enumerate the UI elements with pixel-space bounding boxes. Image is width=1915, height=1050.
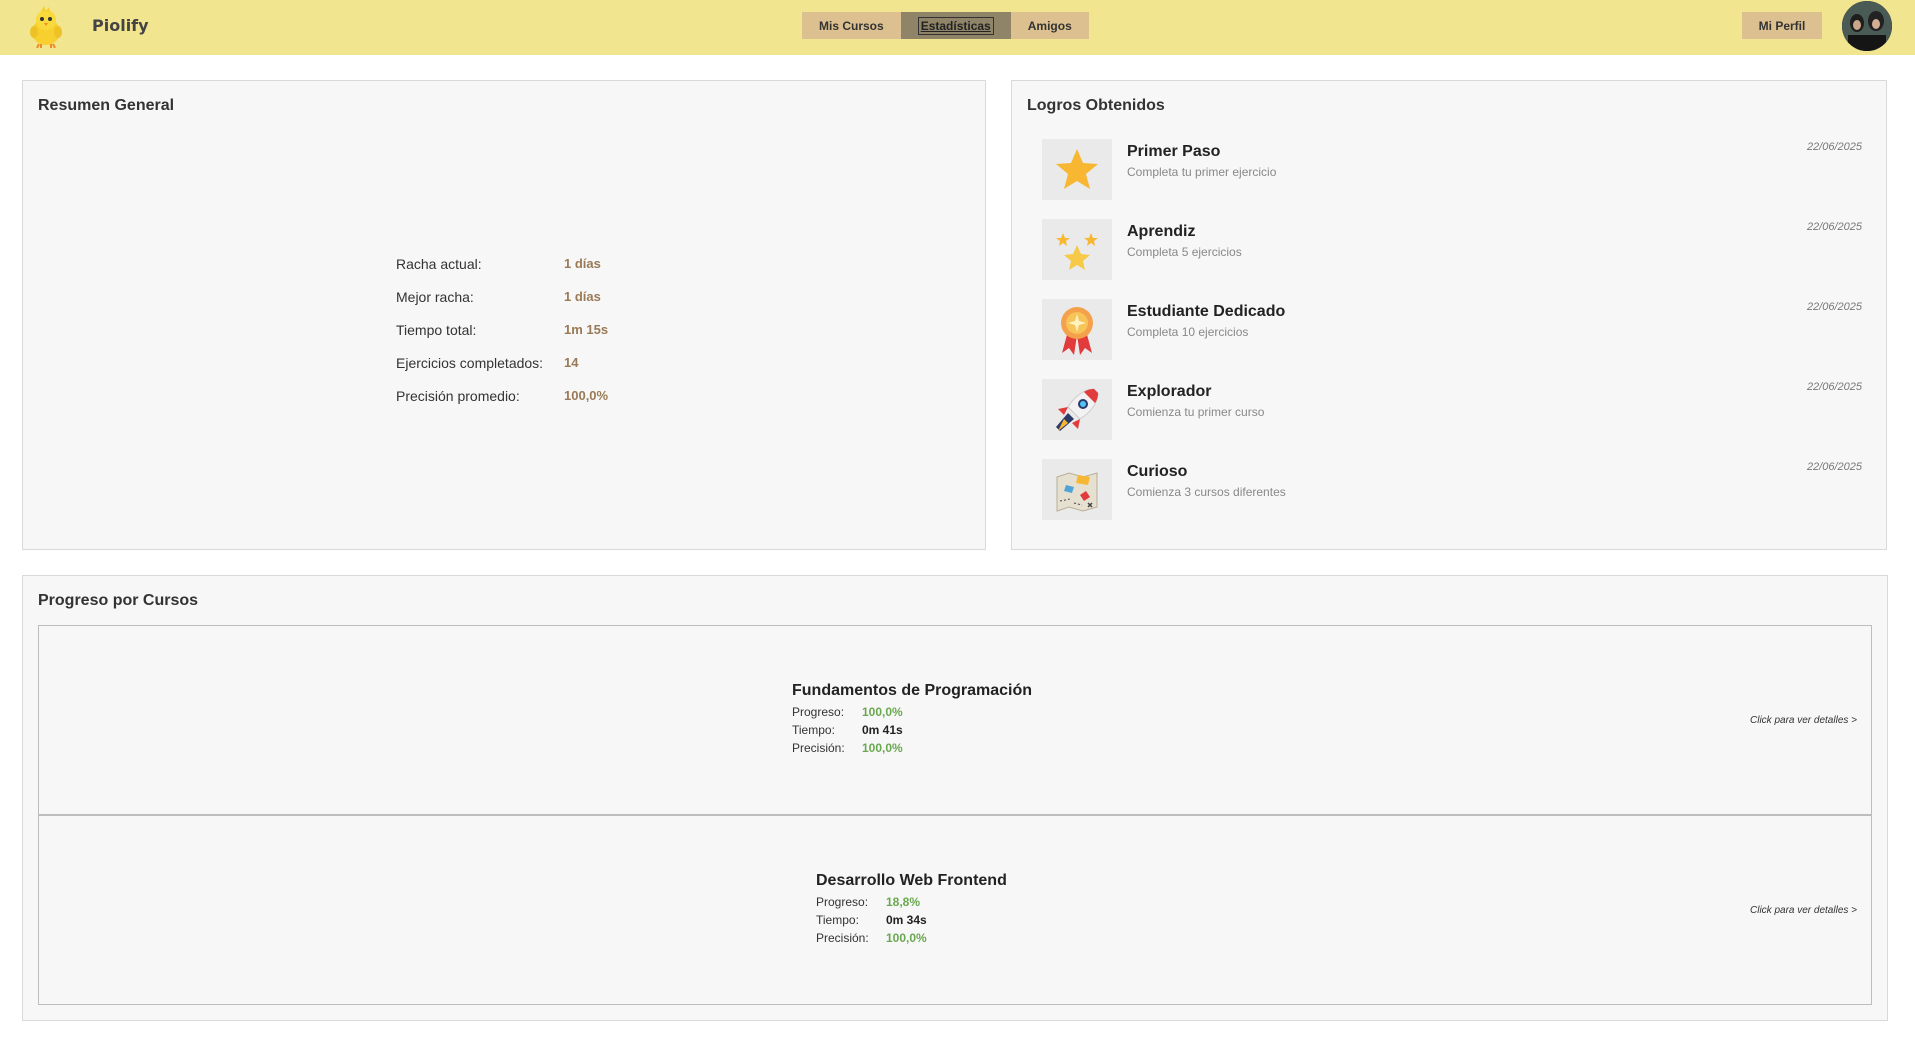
course-name: Fundamentos de Programación bbox=[792, 682, 1033, 699]
course-precision-row: Precisión: 100,0% bbox=[792, 741, 1032, 759]
achievement-name: Estudiante Dedicado bbox=[1127, 303, 1286, 320]
courses-title: Progreso por Cursos bbox=[38, 592, 199, 609]
course-name: Desarrollo Web Frontend bbox=[816, 872, 1007, 889]
course-info: Fundamentos de Programación Progreso: 10… bbox=[792, 682, 1032, 759]
map-icon bbox=[1042, 459, 1112, 520]
achievement-name: Primer Paso bbox=[1127, 143, 1221, 160]
course-details-link[interactable]: Click para ver detalles > bbox=[1750, 715, 1857, 726]
stat-label: Ejercicios completados: bbox=[396, 355, 544, 371]
nav-label: Estadísticas bbox=[917, 16, 994, 35]
achievement-desc: Comienza 3 cursos diferentes bbox=[1127, 485, 1286, 499]
precision-label: Precisión: bbox=[792, 741, 845, 755]
time-value: 0m 41s bbox=[862, 723, 903, 737]
course-card[interactable]: Fundamentos de Programación Progreso: 10… bbox=[38, 625, 1872, 815]
achievement-date: 22/06/2025 bbox=[1806, 221, 1862, 233]
stats-list: Racha actual: 1 días Mejor racha: 1 días… bbox=[396, 256, 608, 421]
stars-icon bbox=[1042, 219, 1112, 280]
stat-value: 14 bbox=[564, 355, 579, 370]
rocket-icon bbox=[1042, 379, 1112, 440]
brand-name[interactable]: Piolify bbox=[92, 16, 149, 35]
achievement-name: Curioso bbox=[1127, 463, 1188, 480]
precision-value: 100,0% bbox=[886, 931, 927, 945]
courses-panel: Progreso por Cursos Fundamentos de Progr… bbox=[22, 575, 1888, 1021]
nav-estadisticas[interactable]: Estadísticas bbox=[900, 12, 1011, 39]
achievements-title: Logros Obtenidos bbox=[1027, 97, 1165, 114]
achievement-item: Estudiante Dedicado Completa 10 ejercici… bbox=[1042, 299, 1862, 379]
main-nav: Mis Cursos Estadísticas Amigos bbox=[802, 12, 1089, 39]
course-time-row: Tiempo: 0m 41s bbox=[792, 723, 1032, 741]
medal-icon bbox=[1042, 299, 1112, 360]
achievement-name: Explorador bbox=[1127, 383, 1212, 400]
summary-panel: Resumen General Racha actual: 1 días Mej… bbox=[22, 80, 986, 550]
achievement-item: Primer Paso Completa tu primer ejercicio… bbox=[1042, 139, 1862, 219]
course-info: Desarrollo Web Frontend Progreso: 18,8% … bbox=[816, 872, 1007, 949]
precision-label: Precisión: bbox=[816, 931, 869, 945]
achievements-list: Primer Paso Completa tu primer ejercicio… bbox=[1042, 139, 1862, 539]
achievement-date: 22/06/2025 bbox=[1806, 141, 1862, 153]
stat-label: Tiempo total: bbox=[396, 322, 477, 338]
course-details-link[interactable]: Click para ver detalles > bbox=[1750, 905, 1857, 916]
summary-title: Resumen General bbox=[38, 97, 175, 114]
achievement-name: Aprendiz bbox=[1127, 223, 1196, 240]
achievement-desc: Comienza tu primer curso bbox=[1127, 405, 1265, 419]
progress-value: 18,8% bbox=[886, 895, 921, 909]
stat-row-precision: Precisión promedio: 100,0% bbox=[396, 388, 608, 421]
stat-value: 1 días bbox=[564, 289, 601, 304]
course-progress-row: Progreso: 18,8% bbox=[816, 895, 1007, 913]
stat-row-total-time: Tiempo total: 1m 15s bbox=[396, 322, 608, 355]
achievement-desc: Completa tu primer ejercicio bbox=[1127, 165, 1277, 179]
stat-row-best-streak: Mejor racha: 1 días bbox=[396, 289, 608, 322]
profile-button[interactable]: Mi Perfil bbox=[1742, 12, 1822, 39]
time-value: 0m 34s bbox=[886, 913, 927, 927]
achievement-date: 22/06/2025 bbox=[1806, 381, 1862, 393]
stat-label: Precisión promedio: bbox=[396, 388, 520, 404]
chick-logo-icon[interactable] bbox=[26, 6, 66, 49]
avatar[interactable] bbox=[1842, 1, 1892, 51]
nav-label: Amigos bbox=[1027, 18, 1072, 33]
progress-label: Progreso: bbox=[792, 705, 845, 719]
nav-label: Mis Cursos bbox=[819, 18, 884, 33]
achievement-item: Aprendiz Completa 5 ejercicios 22/06/202… bbox=[1042, 219, 1862, 299]
progress-label: Progreso: bbox=[816, 895, 869, 909]
course-precision-row: Precisión: 100,0% bbox=[816, 931, 1007, 949]
progress-value: 100,0% bbox=[862, 705, 903, 719]
stat-row-exercises: Ejercicios completados: 14 bbox=[396, 355, 608, 388]
stat-label: Racha actual: bbox=[396, 256, 482, 272]
time-label: Tiempo: bbox=[816, 913, 859, 927]
course-progress-row: Progreso: 100,0% bbox=[792, 705, 1032, 723]
achievement-desc: Completa 5 ejercicios bbox=[1127, 245, 1242, 259]
stat-row-current-streak: Racha actual: 1 días bbox=[396, 256, 608, 289]
nav-mis-cursos[interactable]: Mis Cursos bbox=[802, 12, 901, 39]
achievement-item: Explorador Comienza tu primer curso 22/0… bbox=[1042, 379, 1862, 459]
stat-value: 100,0% bbox=[564, 388, 609, 403]
course-card[interactable]: Desarrollo Web Frontend Progreso: 18,8% … bbox=[38, 815, 1872, 1005]
time-label: Tiempo: bbox=[792, 723, 835, 737]
star-icon bbox=[1042, 139, 1112, 200]
achievements-panel: Logros Obtenidos Primer Paso Completa tu… bbox=[1011, 80, 1887, 550]
achievement-desc: Completa 10 ejercicios bbox=[1127, 325, 1249, 339]
stat-value: 1 días bbox=[564, 256, 601, 271]
precision-value: 100,0% bbox=[862, 741, 903, 755]
stat-label: Mejor racha: bbox=[396, 289, 474, 305]
nav-amigos[interactable]: Amigos bbox=[1010, 12, 1089, 39]
stat-value: 1m 15s bbox=[564, 322, 609, 337]
achievement-date: 22/06/2025 bbox=[1806, 301, 1862, 313]
course-time-row: Tiempo: 0m 34s bbox=[816, 913, 1007, 931]
achievement-date: 22/06/2025 bbox=[1806, 461, 1862, 473]
top-navbar: Piolify Mis Cursos Estadísticas Amigos M… bbox=[0, 0, 1915, 55]
achievement-item: Curioso Comienza 3 cursos diferentes 22/… bbox=[1042, 459, 1862, 539]
